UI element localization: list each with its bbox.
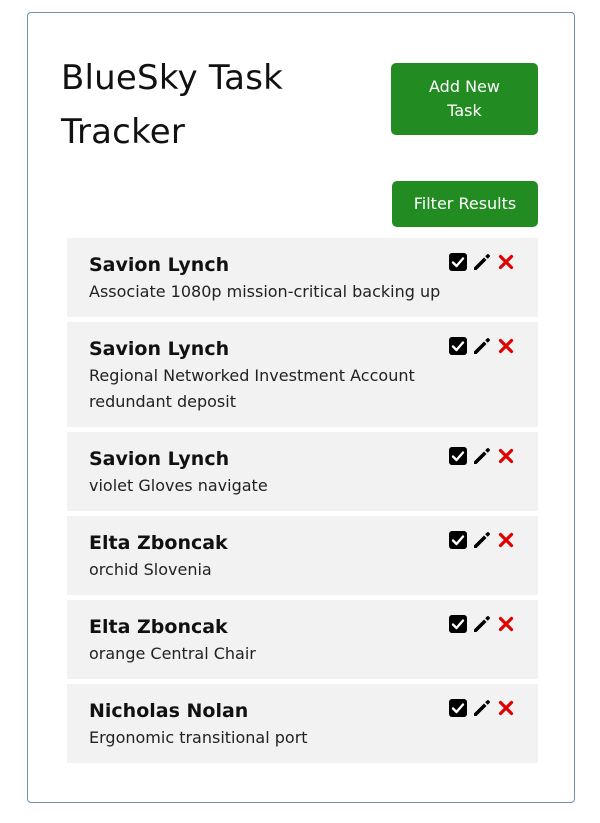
task-item: Savion Lynch Associate 1080p mission-cri… xyxy=(67,238,538,317)
task-actions xyxy=(448,530,516,550)
check-square-icon[interactable] xyxy=(448,446,468,466)
task-actions xyxy=(448,336,516,356)
task-tracker-card: BlueSky Task Tracker Add New Task Filter… xyxy=(27,12,575,803)
pencil-icon[interactable] xyxy=(472,252,492,272)
task-description: Ergonomic transitional port xyxy=(89,728,308,747)
task-item: Savion Lynch Regional Networked Investme… xyxy=(67,322,538,427)
x-icon[interactable] xyxy=(496,446,516,466)
x-icon[interactable] xyxy=(496,614,516,634)
task-item: Elta Zboncak orchid Slovenia xyxy=(67,516,538,595)
task-description: violet Gloves navigate xyxy=(89,476,268,495)
pencil-icon[interactable] xyxy=(472,614,492,634)
task-actions xyxy=(448,698,516,718)
task-actions xyxy=(448,446,516,466)
page-title: BlueSky Task Tracker xyxy=(61,58,284,152)
task-actions xyxy=(448,252,516,272)
x-icon[interactable] xyxy=(496,252,516,272)
task-description: Associate 1080p mission-critical backing… xyxy=(89,282,441,301)
task-description: Regional Networked Investment Account re… xyxy=(89,366,415,411)
check-square-icon[interactable] xyxy=(448,530,468,550)
task-actions xyxy=(448,614,516,634)
task-item: Nicholas Nolan Ergonomic transitional po… xyxy=(67,684,538,763)
x-icon[interactable] xyxy=(496,698,516,718)
pencil-icon[interactable] xyxy=(472,336,492,356)
task-name: Savion Lynch xyxy=(89,338,230,360)
check-square-icon[interactable] xyxy=(448,698,468,718)
x-icon[interactable] xyxy=(496,336,516,356)
task-description: orange Central Chair xyxy=(89,644,256,663)
task-name: Elta Zboncak xyxy=(89,616,228,638)
task-item: Elta Zboncak orange Central Chair xyxy=(67,600,538,679)
check-square-icon[interactable] xyxy=(448,252,468,272)
check-square-icon[interactable] xyxy=(448,336,468,356)
task-name: Elta Zboncak xyxy=(89,532,228,554)
task-name: Nicholas Nolan xyxy=(89,700,249,722)
pencil-icon[interactable] xyxy=(472,530,492,550)
x-icon[interactable] xyxy=(496,530,516,550)
check-square-icon[interactable] xyxy=(448,614,468,634)
filter-results-button[interactable]: Filter Results xyxy=(392,181,538,227)
task-name: Savion Lynch xyxy=(89,254,230,276)
task-list: Savion Lynch Associate 1080p mission-cri… xyxy=(67,238,538,768)
pencil-icon[interactable] xyxy=(472,446,492,466)
task-item: Savion Lynch violet Gloves navigate xyxy=(67,432,538,511)
add-new-task-button[interactable]: Add New Task xyxy=(391,63,538,135)
task-description: orchid Slovenia xyxy=(89,560,212,579)
task-name: Savion Lynch xyxy=(89,448,230,470)
pencil-icon[interactable] xyxy=(472,698,492,718)
